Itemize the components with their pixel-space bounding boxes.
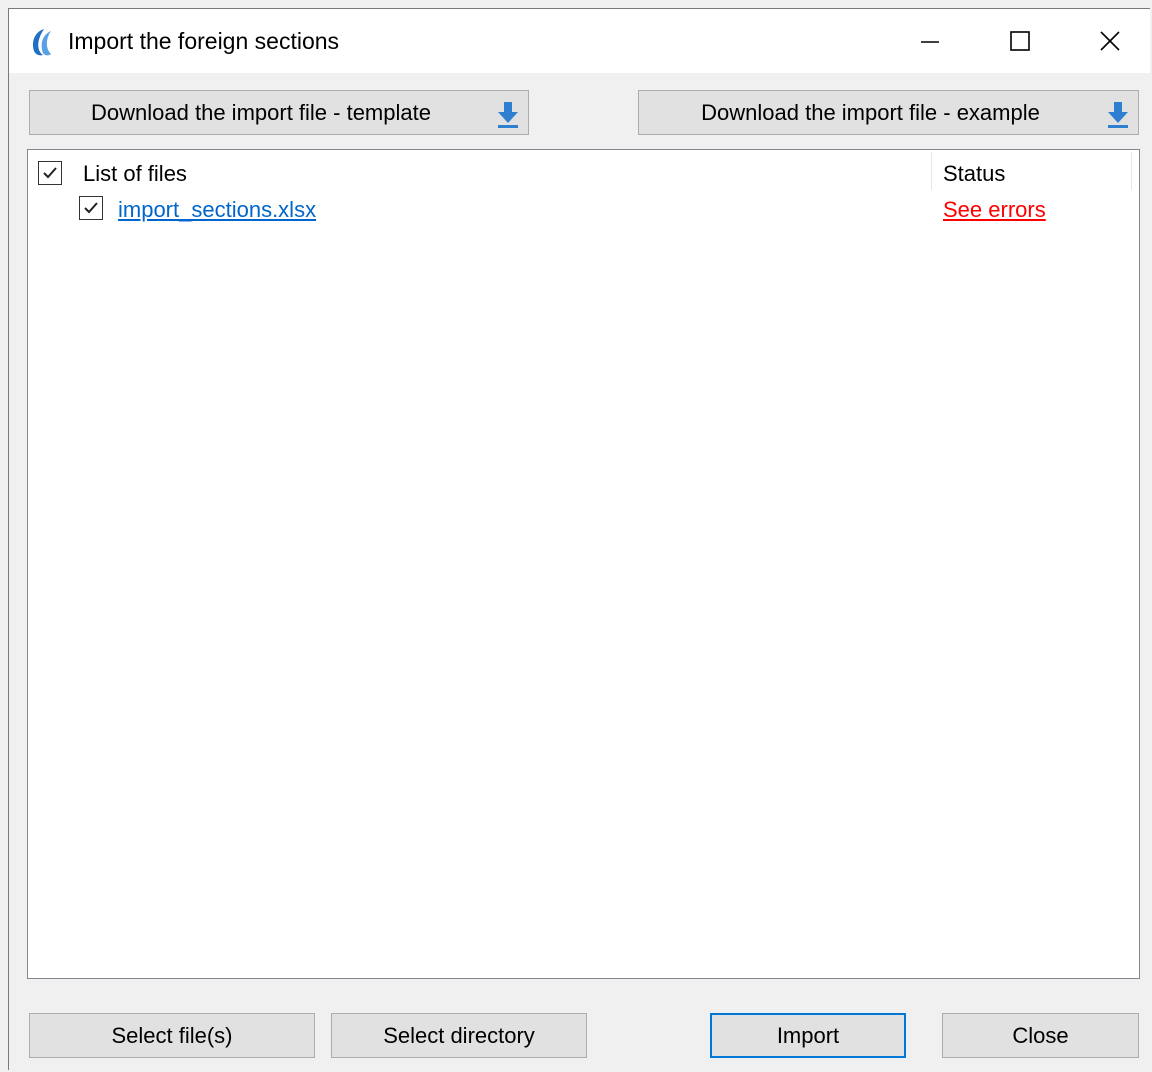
close-window-button[interactable]	[1065, 9, 1152, 73]
download-template-button[interactable]: Download the import file - template	[29, 90, 529, 135]
select-all-checkbox[interactable]	[38, 161, 62, 185]
minimize-icon	[921, 41, 939, 43]
file-name-link[interactable]: import_sections.xlsx	[118, 197, 316, 223]
download-example-button[interactable]: Download the import file - example	[638, 90, 1139, 135]
file-list: List of files Status import_sections.xls…	[27, 149, 1140, 979]
close-button[interactable]: Close	[942, 1013, 1139, 1058]
file-checkbox[interactable]	[79, 196, 103, 220]
select-files-button[interactable]: Select file(s)	[29, 1013, 315, 1058]
import-dialog: Import the foreign sections Download the…	[8, 8, 1150, 1070]
close-label: Close	[1012, 1022, 1069, 1048]
select-directory-label: Select directory	[383, 1022, 535, 1048]
column-header-list-of-files[interactable]: List of files	[83, 161, 187, 187]
close-icon	[1100, 31, 1120, 51]
download-example-label: Download the import file - example	[701, 99, 1040, 125]
import-button[interactable]: Import	[710, 1013, 906, 1058]
maximize-icon	[1010, 31, 1030, 51]
app-logo-icon	[27, 27, 57, 57]
minimize-button[interactable]	[885, 9, 975, 73]
check-icon	[84, 202, 98, 214]
column-header-status[interactable]: Status	[943, 161, 1005, 187]
column-divider	[931, 152, 932, 190]
title-bar: Import the foreign sections	[9, 9, 1150, 73]
download-arrow-icon	[1106, 100, 1130, 130]
select-directory-button[interactable]: Select directory	[331, 1013, 587, 1058]
window-title: Import the foreign sections	[68, 28, 340, 54]
download-arrow-icon	[496, 100, 520, 130]
import-label: Import	[776, 1022, 840, 1048]
download-template-label: Download the import file - template	[91, 99, 431, 125]
check-icon	[43, 167, 57, 179]
maximize-button[interactable]	[975, 9, 1065, 73]
column-divider	[1131, 152, 1132, 190]
select-files-label: Select file(s)	[111, 1022, 233, 1048]
see-errors-link[interactable]: See errors	[943, 197, 1046, 223]
